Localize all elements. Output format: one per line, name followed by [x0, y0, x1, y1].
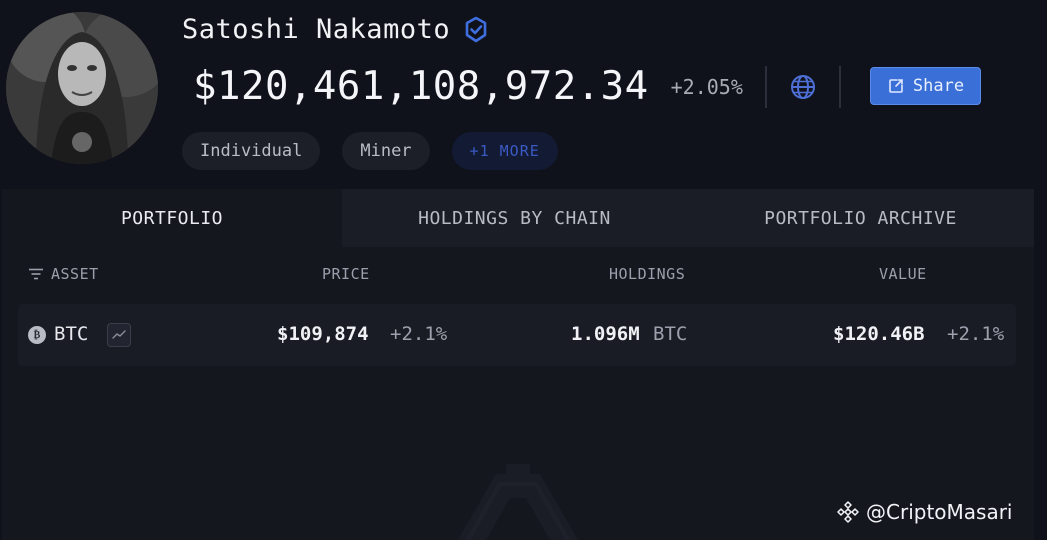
- asset-price: $109,874: [277, 323, 369, 345]
- tab-portfolio[interactable]: PORTFOLIO: [2, 189, 342, 247]
- asset-value: $120.46B: [833, 323, 925, 345]
- column-header-holdings[interactable]: HOLDINGS: [609, 265, 685, 283]
- share-button[interactable]: Share: [870, 67, 981, 105]
- credit-handle: @CriptoMasari: [866, 500, 1013, 524]
- binance-logo-icon: [837, 501, 859, 523]
- column-header-value[interactable]: VALUE: [879, 265, 927, 283]
- profile-name: Satoshi Nakamoto: [182, 14, 451, 45]
- tag-miner[interactable]: Miner: [342, 132, 430, 170]
- asset-value-change: +2.1%: [947, 323, 1005, 345]
- more-tags-button[interactable]: +1 MORE: [451, 132, 558, 170]
- asset-symbol: BTC: [54, 323, 89, 345]
- profile-header: Satoshi Nakamoto: [182, 14, 490, 45]
- column-header-price[interactable]: PRICE: [322, 265, 370, 283]
- globe-icon[interactable]: [789, 73, 817, 101]
- filter-icon: [29, 268, 43, 280]
- portfolio-value-row: $120,461,108,972.34 +2.05%: [193, 64, 863, 109]
- brand-watermark-logo: [438, 456, 598, 540]
- tab-holdings-by-chain[interactable]: HOLDINGS BY CHAIN: [342, 189, 687, 247]
- portfolio-change-percent: +2.05%: [670, 74, 743, 99]
- trend-chart-icon: [112, 330, 126, 339]
- tab-portfolio-archive[interactable]: PORTFOLIO ARCHIVE: [687, 189, 1034, 247]
- asset-holdings-unit: BTC: [653, 323, 688, 345]
- portfolio-total-value: $120,461,108,972.34: [193, 64, 649, 109]
- tag-individual[interactable]: Individual: [182, 132, 321, 170]
- price-chart-button[interactable]: [107, 323, 131, 347]
- tab-bar: PORTFOLIO HOLDINGS BY CHAIN PORTFOLIO AR…: [2, 189, 1034, 247]
- column-header-asset[interactable]: ASSET: [29, 265, 99, 283]
- entity-profile-page: Satoshi Nakamoto $120,461,108,972.34 +2.…: [0, 0, 1047, 540]
- source-credit: @CriptoMasari: [836, 500, 1012, 524]
- column-label-asset: ASSET: [51, 265, 99, 283]
- share-icon: [889, 79, 903, 93]
- table-row[interactable]: ₿ BTC $109,874 +2.1% 1.096M BTC $120.46B…: [18, 304, 1016, 366]
- share-label: Share: [912, 76, 965, 96]
- bitcoin-icon: ₿: [28, 326, 46, 344]
- divider: [838, 65, 841, 108]
- entity-tags: Individual Miner +1 MORE: [182, 132, 558, 170]
- asset-price-change: +2.1%: [390, 323, 448, 345]
- avatar: [6, 12, 158, 164]
- verified-badge-icon: [462, 16, 490, 44]
- asset-holdings: 1.096M: [571, 323, 640, 345]
- divider: [764, 65, 767, 108]
